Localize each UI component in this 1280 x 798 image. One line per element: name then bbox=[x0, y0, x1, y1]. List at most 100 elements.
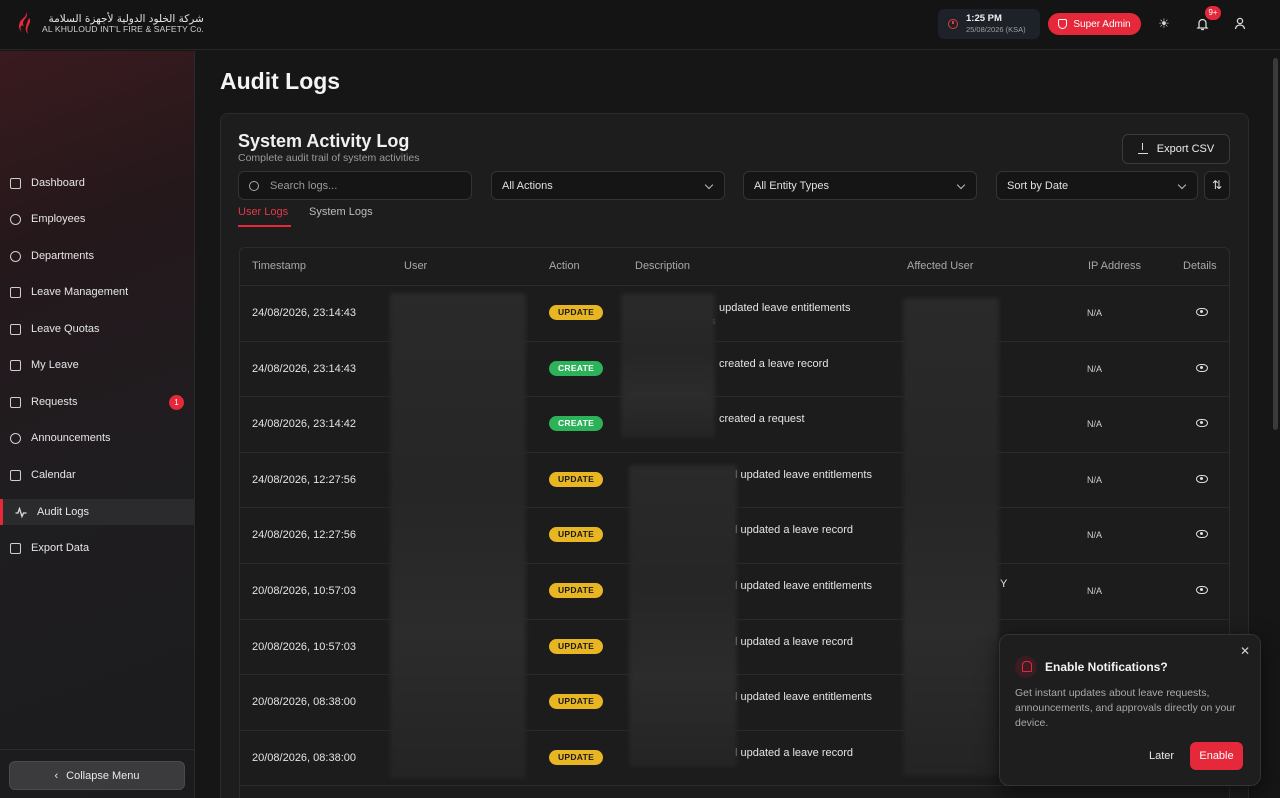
calendar-icon bbox=[10, 359, 21, 371]
collapse-menu-button[interactable]: ‹ Collapse Menu bbox=[9, 761, 185, 790]
view-details-eye-icon[interactable] bbox=[1196, 586, 1208, 594]
search-field[interactable] bbox=[238, 171, 472, 200]
company-logo[interactable]: شركة الخلود الدولية لأجهزة السلامة AL KH… bbox=[16, 10, 204, 38]
row-timestamp: 20/08/2026, 08:38:00 bbox=[252, 696, 356, 709]
notifications-bell-icon[interactable] bbox=[1195, 17, 1209, 31]
sidebar-item-employees[interactable]: Employees bbox=[0, 206, 194, 232]
row-description: l updated leave entitlements bbox=[735, 580, 872, 592]
sidebar-item-label: Leave Management bbox=[31, 286, 129, 298]
row-ip-address: N/A bbox=[1087, 586, 1103, 596]
chevron-down-icon bbox=[1177, 180, 1187, 190]
collapse-menu-label: Collapse Menu bbox=[66, 769, 140, 782]
view-details-eye-icon[interactable] bbox=[1196, 308, 1208, 316]
sidebar-item-label: My Leave bbox=[31, 359, 79, 371]
action-badge: CREATE bbox=[549, 416, 603, 432]
requests-count-badge: 1 bbox=[169, 395, 184, 410]
sort-select[interactable]: Sort by Date bbox=[996, 171, 1198, 200]
view-details-eye-icon[interactable] bbox=[1196, 419, 1208, 428]
sidebar-item-leave-quotas[interactable]: Leave Quotas bbox=[0, 316, 194, 342]
view-details-eye-icon[interactable] bbox=[1196, 474, 1208, 483]
row-timestamp: 24/08/2026, 12:27:56 bbox=[252, 529, 356, 542]
sidebar-item-label: Departments bbox=[31, 250, 94, 262]
theme-toggle-sun-icon[interactable]: ☀ bbox=[1157, 17, 1171, 31]
dialog-message: Get instant updates about leave requests… bbox=[1015, 687, 1236, 729]
redacted-affected-user-column bbox=[903, 298, 999, 776]
enable-button[interactable]: Enable bbox=[1190, 742, 1243, 770]
row-ip-address: N/A bbox=[1087, 419, 1103, 430]
search-input[interactable] bbox=[270, 179, 450, 192]
chevron-down-icon bbox=[956, 180, 966, 190]
redacted-user-column bbox=[390, 293, 526, 779]
clipboard-icon bbox=[10, 396, 21, 408]
sidebar-item-audit-logs[interactable]: Audit Logs bbox=[0, 499, 194, 525]
user-profile-icon[interactable] bbox=[1233, 17, 1247, 31]
action-badge: UPDATE bbox=[549, 694, 603, 710]
table-row[interactable]: 24/08/2026, 23:14:43 UPDATE updated leav… bbox=[240, 286, 1229, 342]
column-header-description[interactable]: Description bbox=[635, 260, 690, 272]
top-bar: شركة الخلود الدولية لأجهزة السلامة AL KH… bbox=[0, 0, 1280, 50]
action-badge: UPDATE bbox=[549, 471, 603, 487]
sidebar-item-requests[interactable]: Requests 1 bbox=[0, 389, 194, 415]
table-row[interactable]: 24/08/2026, 23:14:42 CREATE created a re… bbox=[240, 397, 1229, 453]
entity-filter-value: All Entity Types bbox=[754, 179, 829, 192]
clock-icon bbox=[948, 19, 958, 29]
close-icon[interactable]: ✕ bbox=[1240, 644, 1250, 658]
sidebar-item-dashboard[interactable]: Dashboard bbox=[0, 170, 194, 196]
action-badge: UPDATE bbox=[549, 583, 603, 598]
sidebar-item-label: Audit Logs bbox=[37, 506, 89, 518]
enable-notifications-dialog: Enable Notifications? ✕ Get instant upda… bbox=[999, 634, 1261, 786]
sidebar-item-leave-management[interactable]: Leave Management bbox=[0, 279, 194, 305]
dialog-title: Enable Notifications? bbox=[1045, 660, 1168, 674]
row-description: l updated a leave record bbox=[735, 746, 854, 759]
redacted-description-names bbox=[621, 294, 715, 438]
row-description: l updated a leave record bbox=[735, 524, 854, 537]
view-details-eye-icon[interactable] bbox=[1196, 530, 1208, 539]
row-description: l updated a leave record bbox=[735, 635, 854, 648]
page-scrollbar[interactable] bbox=[1273, 58, 1278, 430]
column-header-user[interactable]: User bbox=[404, 260, 427, 272]
sidebar-item-calendar[interactable]: Calendar bbox=[0, 462, 194, 488]
database-icon bbox=[10, 250, 21, 262]
action-filter-value: All Actions bbox=[502, 179, 553, 192]
tab-user-logs[interactable]: User Logs bbox=[238, 206, 288, 218]
action-filter-select[interactable]: All Actions bbox=[491, 171, 725, 200]
view-details-eye-icon[interactable] bbox=[1196, 363, 1208, 372]
sidebar-item-label: Announcements bbox=[31, 432, 111, 444]
row-description: l updated leave entitlements bbox=[735, 691, 872, 704]
later-button[interactable]: Later bbox=[1149, 750, 1174, 762]
row-timestamp: 20/08/2026, 08:38:00 bbox=[252, 751, 356, 764]
shield-icon bbox=[1058, 19, 1068, 29]
column-header-affected-user[interactable]: Affected User bbox=[907, 260, 973, 272]
row-description: created a leave record bbox=[719, 357, 829, 370]
column-header-action[interactable]: Action bbox=[549, 260, 580, 272]
row-ip-address: N/A bbox=[1087, 308, 1103, 318]
table-row[interactable]: 24/08/2026, 23:14:43 CREATE created a le… bbox=[240, 342, 1229, 398]
sidebar-item-label: Leave Quotas bbox=[31, 323, 100, 335]
row-timestamp: 24/08/2026, 23:14:43 bbox=[252, 362, 356, 375]
sidebar-item-label: Employees bbox=[31, 213, 86, 225]
flame-logo-icon bbox=[18, 12, 31, 34]
row-timestamp: 20/08/2026, 10:57:03 bbox=[252, 640, 356, 653]
sidebar-divider bbox=[0, 749, 194, 750]
grid-icon bbox=[10, 177, 21, 189]
download-icon bbox=[10, 542, 21, 554]
action-badge: UPDATE bbox=[549, 638, 603, 654]
search-icon bbox=[249, 180, 259, 191]
users-icon bbox=[10, 213, 21, 225]
sidebar-item-label: Calendar bbox=[31, 469, 76, 481]
sidebar-item-label: Requests bbox=[31, 396, 78, 408]
sort-direction-toggle-icon[interactable]: ⇅ bbox=[1204, 171, 1230, 200]
role-badge[interactable]: Super Admin bbox=[1048, 13, 1141, 35]
entity-type-filter-select[interactable]: All Entity Types bbox=[743, 171, 977, 200]
tab-system-logs[interactable]: System Logs bbox=[309, 206, 373, 218]
sidebar-item-export-data[interactable]: Export Data bbox=[0, 535, 194, 561]
redacted-description-names bbox=[629, 465, 737, 767]
card-title: System Activity Log bbox=[238, 131, 410, 151]
sidebar-item-announcements[interactable]: Announcements bbox=[0, 425, 194, 451]
export-csv-button[interactable]: Export CSV bbox=[1122, 134, 1230, 164]
sidebar-item-departments[interactable]: Departments bbox=[0, 243, 194, 269]
column-header-ip-address[interactable]: IP Address bbox=[1088, 260, 1141, 272]
chevron-left-icon: ‹ bbox=[54, 769, 59, 782]
column-header-timestamp[interactable]: Timestamp bbox=[252, 260, 306, 272]
sidebar-item-my-leave[interactable]: My Leave bbox=[0, 352, 194, 378]
